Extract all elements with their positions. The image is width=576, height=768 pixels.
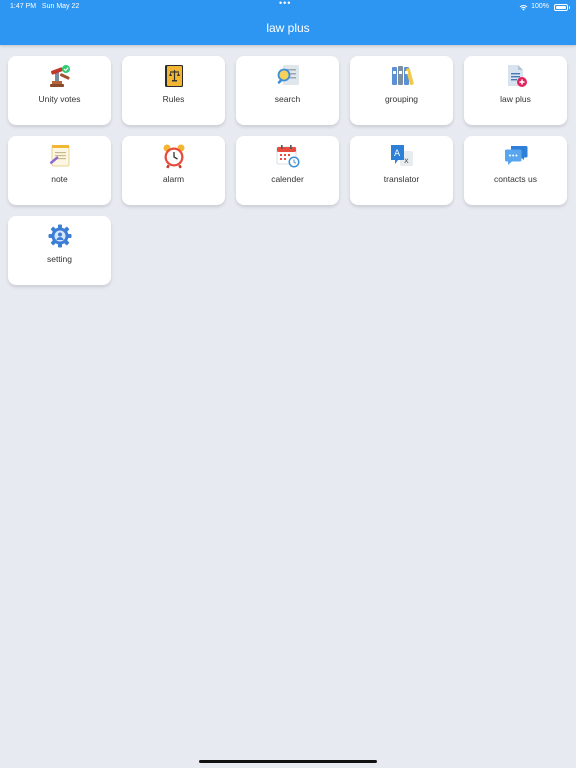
battery-icon [554,3,570,11]
tile-label: setting [46,254,73,264]
tile-label: translator [383,174,420,184]
home-indicator[interactable] [199,760,377,763]
tile-alarm[interactable]: alarm [122,136,225,205]
app-header: 1:47 PM Sun May 22 ••• 100% law plus [0,0,576,45]
tile-label: alarm [162,174,185,184]
status-clock: 1:47 PM [10,3,37,10]
tile-contacts-us[interactable]: contacts us [464,136,567,205]
document-search-icon [275,63,301,89]
tile-unity-votes[interactable]: Unity votes [8,56,111,125]
law-book-icon [161,63,187,89]
translate-icon: x A [389,143,415,169]
status-right: 100% [519,0,570,14]
tile-label: law plus [500,94,531,104]
tile-translator[interactable]: x A translator [350,136,453,205]
tile-label: calender [271,174,304,184]
tile-setting[interactable]: setting [8,216,111,285]
tile-rules[interactable]: Rules [122,56,225,125]
status-bar: 1:47 PM Sun May 22 ••• 100% [0,0,576,14]
svg-text:x: x [404,156,409,165]
battery-percent: 100% [531,3,549,10]
tile-search[interactable]: search [236,56,339,125]
svg-text:A: A [394,149,401,159]
tile-grouping[interactable]: grouping [350,56,453,125]
notepad-icon [47,143,73,169]
document-plus-icon [503,63,529,89]
gavel-vote-icon [47,63,73,89]
page-title: law plus [266,21,310,35]
tile-label: contacts us [494,174,537,184]
tile-label: grouping [384,94,419,104]
tile-label: note [51,174,68,184]
chat-bubbles-icon [503,143,529,169]
tile-note[interactable]: note [8,136,111,205]
status-date: Sun May 22 [41,3,80,10]
tile-label: Rules [162,94,185,104]
tile-calender[interactable]: calender [236,136,339,205]
alarm-clock-icon [161,143,187,169]
wifi-icon [519,4,528,11]
binders-icon [389,63,415,89]
tile-law-plus[interactable]: law plus [464,56,567,125]
menu-grid: Unity votes Rules search grouping law pl… [8,56,567,285]
tile-label: search [274,94,301,104]
tile-label: Unity votes [38,94,81,104]
multitasking-dots[interactable]: ••• [279,0,291,10]
status-time: 1:47 PM Sun May 22 [10,0,79,14]
calendar-clock-icon [275,143,301,169]
gear-user-icon [47,223,73,249]
